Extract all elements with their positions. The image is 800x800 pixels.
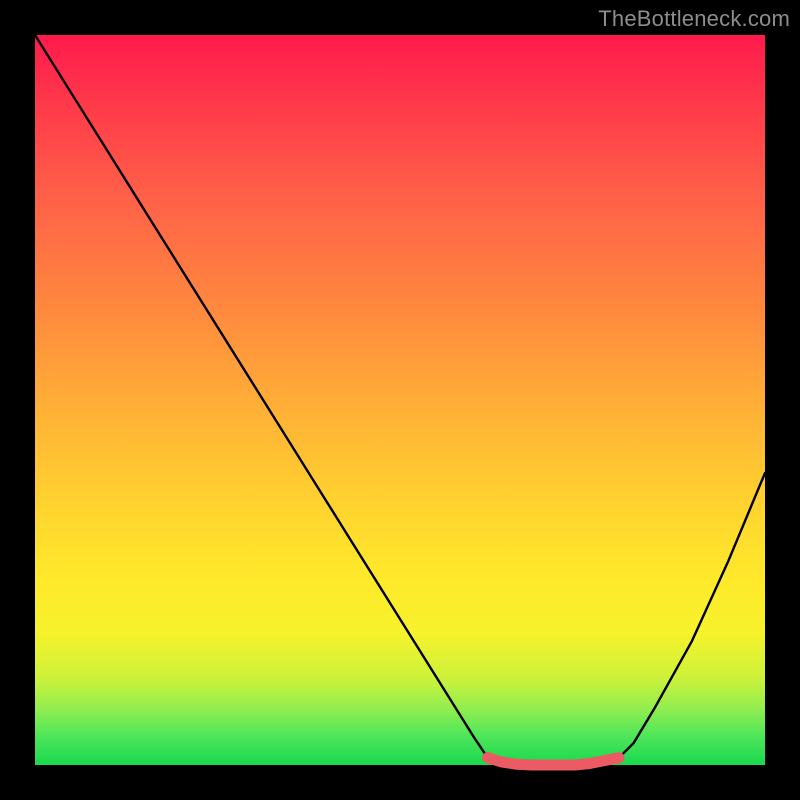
bottleneck-curve [35,35,765,765]
curve-layer [35,35,765,765]
plot-area [35,35,765,765]
chart-frame: TheBottleneck.com [0,0,800,800]
sweet-spot-marker [488,758,619,765]
watermark-label: TheBottleneck.com [598,6,790,32]
